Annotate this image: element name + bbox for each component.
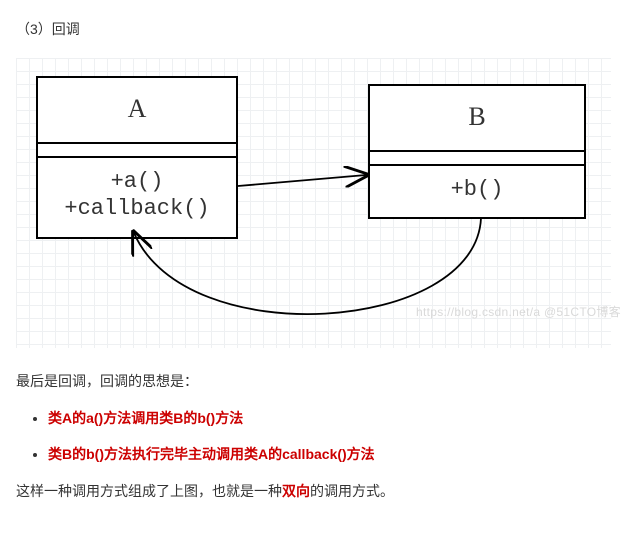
uml-class-b-name: B — [370, 86, 584, 152]
arrow-a-to-b — [238, 175, 366, 186]
uml-class-a-methods: +a() +callback() — [38, 158, 236, 237]
bullet-list: 类A的a()方法调用类B的b()方法 类B的b()方法执行完毕主动调用类A的ca… — [16, 407, 611, 466]
list-item: 类B的b()方法执行完毕主动调用类A的callback()方法 — [48, 443, 611, 465]
conclusion-emphasis: 双向 — [282, 483, 310, 499]
intro-text: 最后是回调，回调的思想是： — [16, 370, 611, 392]
list-item: 类A的a()方法调用类B的b()方法 — [48, 407, 611, 429]
uml-class-b-attrs — [370, 152, 584, 166]
uml-class-b-methods: +b() — [370, 166, 584, 218]
callback-diagram: A +a() +callback() B +b() — [16, 58, 611, 348]
conclusion-pre: 这样一种调用方式组成了上图，也就是一种 — [16, 483, 282, 499]
uml-class-a-attrs — [38, 144, 236, 158]
uml-class-a: A +a() +callback() — [36, 76, 238, 239]
conclusion-text: 这样一种调用方式组成了上图，也就是一种双向的调用方式。 — [16, 480, 611, 502]
section-heading: （3）回调 — [16, 18, 611, 40]
uml-class-b: B +b() — [368, 84, 586, 219]
conclusion-post: 的调用方式。 — [310, 483, 394, 499]
uml-class-a-name: A — [38, 78, 236, 144]
